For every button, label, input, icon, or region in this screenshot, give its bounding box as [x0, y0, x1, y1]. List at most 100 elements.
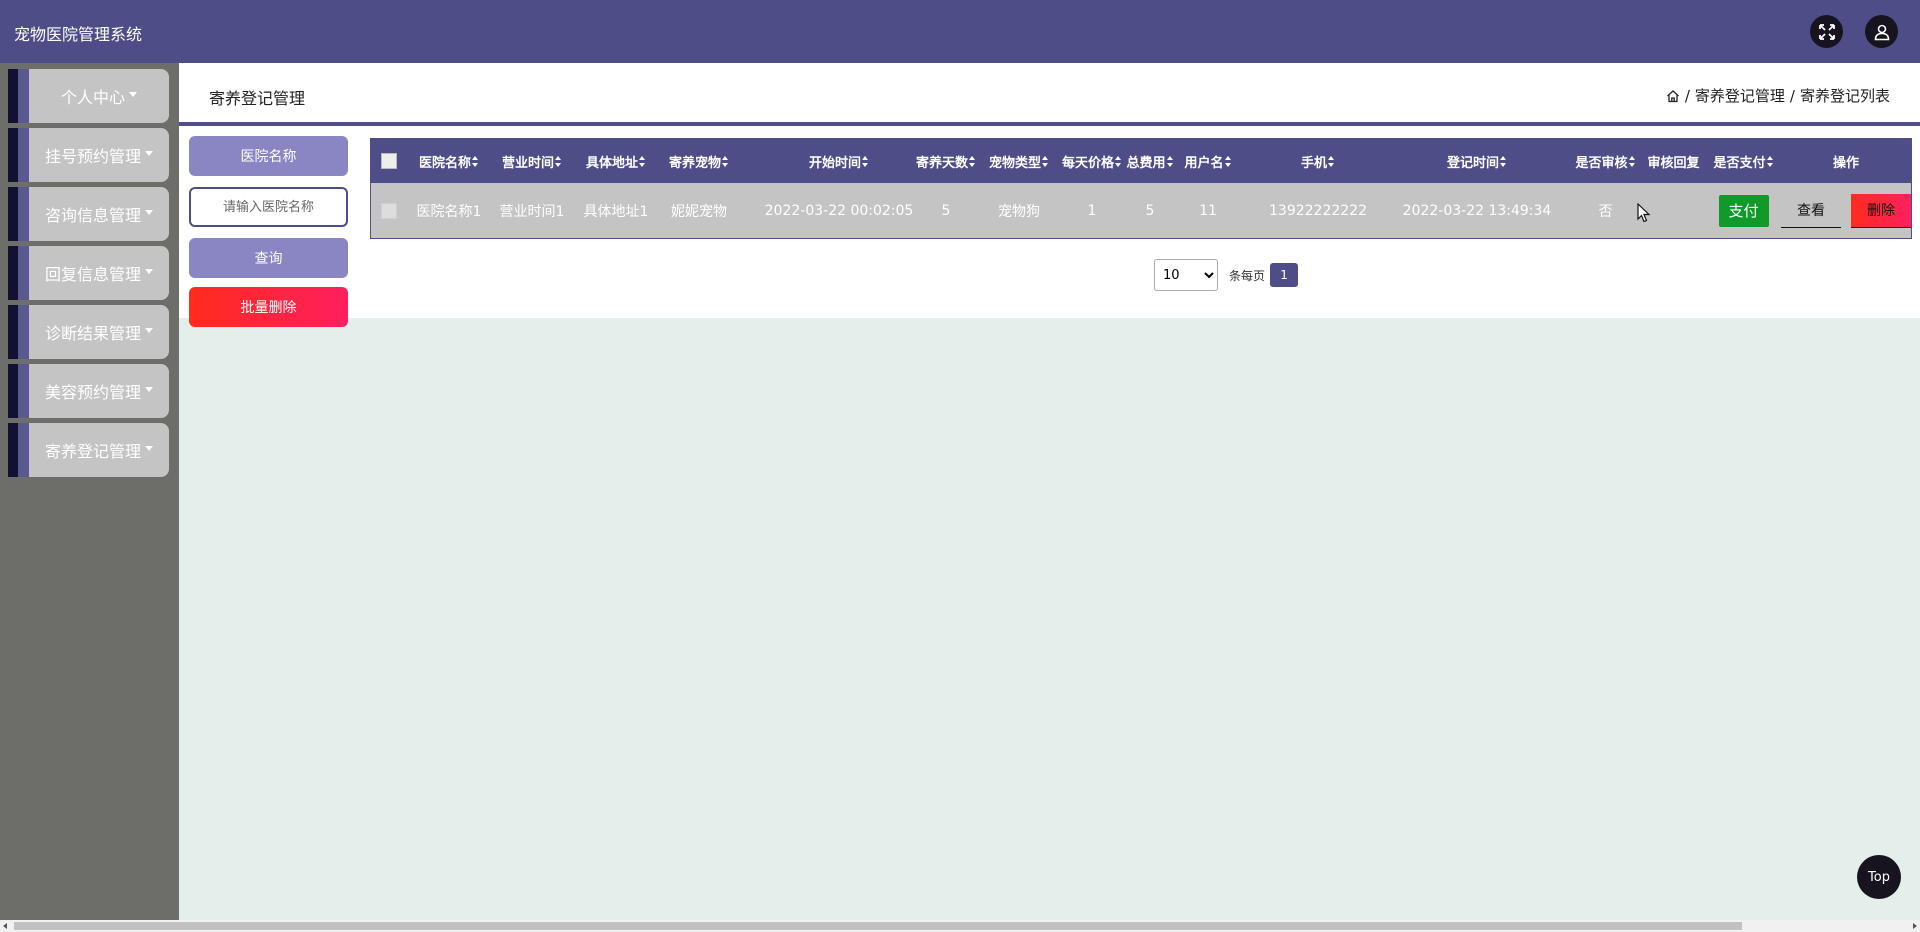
- column-header-hospital[interactable]: 医院名称: [413, 139, 485, 183]
- sort-icon: [472, 155, 479, 167]
- column-label: 具体地址: [585, 155, 638, 171]
- pagination: 10 条每页 1: [1154, 259, 1299, 291]
- user-button[interactable]: [1865, 15, 1898, 48]
- query-button[interactable]: 查询: [189, 238, 348, 278]
- menu-marker: [18, 69, 29, 123]
- sidebar: 个人中心 挂号预约管理 咨询信息管理 回复信息管理 诊断结果管理 美容预约管理 …: [0, 63, 179, 920]
- column-label: 是否审核: [1575, 155, 1628, 171]
- menu-marker: [18, 305, 29, 359]
- breadcrumb-level1[interactable]: 寄养登记管理: [1695, 85, 1785, 106]
- menu-marker: [18, 364, 29, 418]
- page-title: 寄养登记管理: [209, 89, 306, 108]
- search-field-label: 医院名称: [189, 136, 348, 176]
- data-table: 医院名称 营业时间 具体地址 寄养宠物 开始时间 寄养天数 宠物类型 每天价格 …: [370, 138, 1912, 239]
- menu-marker: [8, 423, 18, 477]
- cell-paid: 支付: [1706, 183, 1781, 238]
- per-page-label: 条每页: [1229, 268, 1266, 283]
- cell-address: 具体地址1: [583, 203, 649, 220]
- sort-icon: [1500, 155, 1507, 167]
- column-header-days[interactable]: 寄养天数: [911, 139, 981, 183]
- menu-marker: [8, 128, 18, 182]
- sidebar-item-consultation[interactable]: 咨询信息管理: [8, 187, 169, 241]
- top-bar: 宠物医院管理系统: [0, 0, 1920, 63]
- chevron-down-icon: [145, 327, 153, 333]
- chevron-down-icon: [145, 209, 153, 215]
- column-header-phone[interactable]: 手机: [1248, 139, 1388, 183]
- column-header-reviewed[interactable]: 是否审核: [1568, 139, 1643, 183]
- sidebar-item-diagnosis[interactable]: 诊断结果管理: [8, 305, 169, 359]
- table-row[interactable]: 医院名称1 营业时间1 具体地址1 妮妮宠物 2022-03-22 00:02:…: [371, 183, 1911, 238]
- column-header-daily-price[interactable]: 每天价格: [1057, 139, 1127, 183]
- column-header-total[interactable]: 总费用: [1120, 139, 1180, 183]
- column-header-pet-type[interactable]: 宠物类型: [984, 139, 1054, 183]
- sort-icon: [1628, 155, 1636, 167]
- search-input[interactable]: [189, 187, 348, 227]
- row-checkbox-cell: [375, 183, 403, 238]
- app-title: 宠物医院管理系统: [14, 25, 143, 44]
- menu-label-wrap: 咨询信息管理: [29, 187, 169, 241]
- scroll-left-icon[interactable]: [3, 923, 7, 929]
- sort-icon: [1166, 155, 1174, 167]
- sort-icon: [555, 155, 562, 167]
- fullscreen-button[interactable]: [1810, 15, 1843, 48]
- mouse-cursor-icon: [1637, 203, 1651, 223]
- sort-icon: [1328, 155, 1335, 167]
- column-header-paid[interactable]: 是否支付: [1706, 139, 1781, 183]
- column-label: 手机: [1300, 155, 1327, 171]
- menu-label-wrap: 诊断结果管理: [29, 305, 169, 359]
- page-size-select[interactable]: 10: [1154, 259, 1218, 291]
- sidebar-item-label: 美容预约管理: [44, 383, 141, 402]
- column-header-pet[interactable]: 寄养宠物: [664, 139, 734, 183]
- sidebar-item-personal-center[interactable]: 个人中心: [8, 69, 169, 123]
- sidebar-item-reply[interactable]: 回复信息管理: [8, 246, 169, 300]
- header-checkbox-cell: [375, 139, 403, 183]
- chevron-down-icon: [129, 91, 137, 97]
- column-header-address[interactable]: 具体地址: [581, 139, 651, 183]
- chevron-down-icon: [145, 268, 153, 274]
- menu-marker: [8, 69, 18, 123]
- sidebar-item-boarding[interactable]: 寄养登记管理: [8, 423, 169, 477]
- view-button[interactable]: 查看: [1781, 194, 1841, 228]
- pay-button[interactable]: 支付: [1718, 194, 1769, 227]
- column-label: 操作: [1832, 155, 1859, 171]
- column-label: 医院名称: [418, 155, 471, 171]
- home-icon[interactable]: [1666, 89, 1680, 103]
- column-header-username[interactable]: 用户名: [1178, 139, 1238, 183]
- menu-marker: [8, 246, 18, 300]
- menu-marker: [8, 364, 18, 418]
- back-to-top-button[interactable]: Top: [1857, 855, 1901, 899]
- cell-actions: 查看 删除: [1781, 183, 1911, 238]
- breadcrumb-separator: /: [1789, 86, 1795, 105]
- breadcrumb: / 寄养登记管理 / 寄养登记列表: [1666, 85, 1890, 106]
- page-number-current[interactable]: 1: [1270, 263, 1299, 287]
- scroll-right-icon[interactable]: [1913, 923, 1917, 929]
- table-header: 医院名称 营业时间 具体地址 寄养宠物 开始时间 寄养天数 宠物类型 每天价格 …: [371, 139, 1911, 183]
- delete-button[interactable]: 删除: [1851, 193, 1911, 228]
- column-label: 寄养天数: [915, 155, 968, 171]
- column-header-start-time[interactable]: 开始时间: [759, 139, 919, 183]
- column-header-hours[interactable]: 营业时间: [497, 139, 567, 183]
- sidebar-item-appointment[interactable]: 挂号预约管理: [8, 128, 169, 182]
- cell-pet-type: 宠物狗: [998, 203, 1040, 220]
- sort-icon: [1042, 155, 1049, 167]
- column-header-review-reply: 审核回复: [1641, 139, 1706, 183]
- menu-marker: [18, 246, 29, 300]
- user-icon: [1874, 24, 1889, 40]
- row-checkbox[interactable]: [381, 202, 397, 219]
- cell-hours: 营业时间1: [499, 203, 565, 220]
- sort-icon: [639, 155, 646, 167]
- scrollbar-thumb[interactable]: [14, 922, 1742, 930]
- chevron-down-icon: [145, 445, 153, 451]
- column-label: 用户名: [1184, 155, 1224, 171]
- column-label: 审核回复: [1647, 155, 1700, 171]
- column-label: 宠物类型: [988, 155, 1041, 171]
- horizontal-scrollbar[interactable]: [0, 920, 1920, 932]
- cell-phone: 13922222222: [1269, 202, 1367, 219]
- sidebar-item-grooming[interactable]: 美容预约管理: [8, 364, 169, 418]
- column-label: 寄养宠物: [668, 155, 721, 171]
- column-header-register-time[interactable]: 登记时间: [1387, 139, 1567, 183]
- select-all-checkbox[interactable]: [381, 153, 397, 169]
- cell-register-time: 2022-03-22 13:49:34: [1402, 202, 1552, 219]
- batch-delete-button[interactable]: 批量删除: [189, 287, 348, 327]
- chevron-down-icon: [145, 150, 153, 156]
